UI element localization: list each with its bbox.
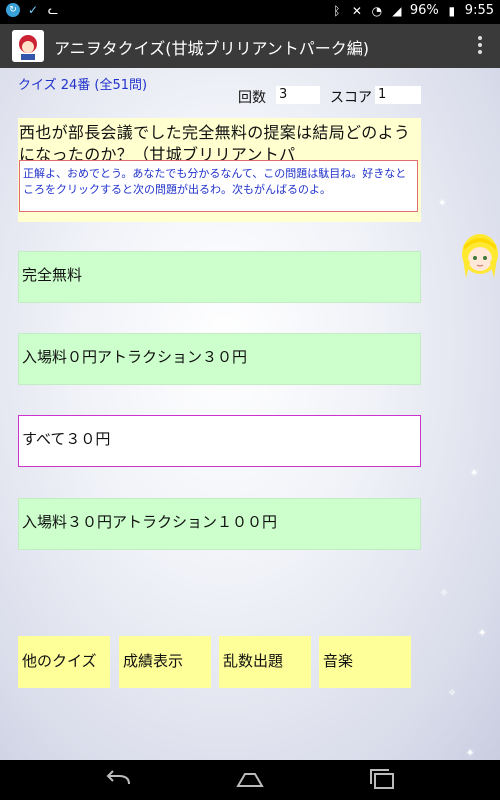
mute-icon: ✕ (351, 3, 362, 18)
overflow-menu-icon[interactable] (478, 34, 484, 57)
bluetooth-icon: ᛒ (333, 3, 341, 18)
result-message: 正解よ、おめでとう。あなたでも分かるなんて、この問題は駄目ね。好きなところをクリ… (19, 160, 418, 212)
question-text: 西也が部長会議でした完全無料の提案は結局どのようになったのか？（甘城ブリリアント… (19, 123, 411, 164)
random-question-button[interactable]: 乱数出題 (219, 636, 311, 688)
answer-option-2[interactable]: 入場料０円アトラクション３０円 (18, 333, 421, 385)
sync-icon: ↻ (6, 3, 20, 17)
count-value: 3 (276, 86, 320, 104)
wifi-icon: ◔ (371, 3, 383, 18)
back-icon[interactable] (103, 768, 133, 792)
score-label: スコア (330, 90, 372, 106)
signal-icon: ◢ (392, 3, 402, 18)
results-button[interactable]: 成績表示 (119, 636, 211, 688)
quiz-screen[interactable]: ✦ ✦ ✧ ✦ ✧ ✦ クイズ 24番 (全51問) 回数 3 スコア 1 西也… (0, 68, 500, 760)
answer-option-1[interactable]: 完全無料 (18, 251, 421, 303)
vpn-icon: ✓ (27, 3, 39, 17)
other-quiz-button[interactable]: 他のクイズ (18, 636, 110, 688)
clock: 9:55 (464, 3, 494, 18)
app-character-icon[interactable] (12, 30, 44, 62)
app-title: アニヲタクイズ(甘城ブリリアントパーク編) (54, 39, 370, 58)
cat-icon: ᓚ (47, 3, 59, 17)
score-value: 1 (375, 86, 421, 104)
status-bar: ↻ ✓ ᓚ ᛒ ✕ ◔ ◢ 96% ▮ 9:55 (0, 0, 500, 24)
character-avatar (458, 232, 500, 282)
battery-icon: ▮ (448, 3, 456, 18)
home-icon[interactable] (235, 768, 265, 792)
action-bar: アニヲタクイズ(甘城ブリリアントパーク編) (0, 24, 500, 68)
answer-option-3[interactable]: すべて３０円 (18, 415, 421, 467)
music-button[interactable]: 音楽 (319, 636, 411, 688)
navigation-bar (0, 760, 500, 800)
count-label: 回数 (238, 90, 266, 106)
question-box: 西也が部長会議でした完全無料の提案は結局どのようになったのか？（甘城ブリリアント… (18, 118, 421, 222)
answer-option-4[interactable]: 入場料３０円アトラクション１００円 (18, 498, 421, 550)
battery-percent: 96% (409, 3, 439, 18)
quiz-number: クイズ 24番 (全51問) (18, 78, 148, 93)
recent-apps-icon[interactable] (367, 768, 397, 792)
